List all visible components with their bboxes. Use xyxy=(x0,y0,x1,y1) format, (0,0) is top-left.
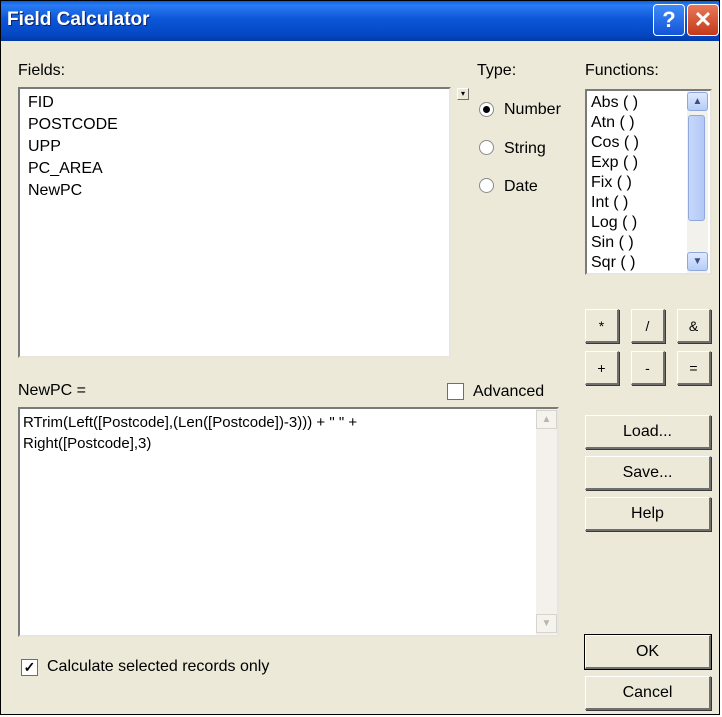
scroll-thumb[interactable] xyxy=(688,115,705,221)
expression-scrollbar[interactable]: ▲ ▼ xyxy=(536,409,557,635)
list-item[interactable]: Atn ( ) xyxy=(591,114,635,132)
expression-line-2: Right([Postcode],3) xyxy=(23,435,152,452)
save-button[interactable]: Save... xyxy=(585,456,711,490)
advanced-label[interactable]: Advanced xyxy=(473,383,544,401)
list-item[interactable]: Abs ( ) xyxy=(591,94,638,112)
functions-label: Functions: xyxy=(585,62,659,79)
list-item[interactable]: Log ( ) xyxy=(591,214,637,232)
list-item[interactable]: Sqr ( ) xyxy=(591,254,635,272)
list-item[interactable]: Sin ( ) xyxy=(591,234,634,252)
window-title: Field Calculator xyxy=(7,9,150,30)
list-item[interactable]: PC_AREA xyxy=(28,160,103,178)
calculate-selected-checkbox[interactable]: ✓ xyxy=(21,659,38,676)
type-label: Type: xyxy=(477,62,517,79)
fields-sort-grip[interactable]: ▾ xyxy=(457,88,469,100)
list-item[interactable]: FID xyxy=(28,94,54,112)
advanced-checkbox[interactable] xyxy=(447,383,464,400)
radio-number-label[interactable]: Number xyxy=(504,101,561,119)
list-item[interactable]: Int ( ) xyxy=(591,194,628,212)
close-button[interactable]: ✕ xyxy=(687,4,719,36)
list-item[interactable]: Cos ( ) xyxy=(591,134,639,152)
operator-minus-button[interactable]: - xyxy=(631,351,665,385)
help-titlebar-button[interactable]: ? xyxy=(653,4,685,36)
functions-scrollbar[interactable]: ▲ ▼ xyxy=(687,91,708,273)
expression-editor[interactable]: RTrim(Left([Postcode],(Len([Postcode])-3… xyxy=(18,407,559,637)
field-calculator-window: Field Calculator ? ✕ Fields: FID POSTCOD… xyxy=(0,0,720,715)
scroll-down-icon[interactable]: ▼ xyxy=(687,252,708,271)
operator-equals-button[interactable]: = xyxy=(677,351,711,385)
ok-button[interactable]: OK xyxy=(584,634,712,670)
load-button[interactable]: Load... xyxy=(585,415,711,449)
list-item[interactable]: POSTCODE xyxy=(28,116,118,134)
expression-line-1: RTrim(Left([Postcode],(Len([Postcode])-3… xyxy=(23,414,358,431)
operator-plus-button[interactable]: + xyxy=(585,351,619,385)
radio-string[interactable] xyxy=(479,140,494,155)
title-bar[interactable]: Field Calculator ? ✕ xyxy=(1,1,719,41)
operator-concat-button[interactable]: & xyxy=(677,309,711,343)
radio-date[interactable] xyxy=(479,178,494,193)
fields-label: Fields: xyxy=(18,62,66,79)
functions-list[interactable]: Abs ( ) Atn ( ) Cos ( ) Exp ( ) Fix ( ) … xyxy=(585,89,712,275)
radio-string-label[interactable]: String xyxy=(504,140,546,158)
scroll-down-icon[interactable]: ▼ xyxy=(536,614,557,633)
calculate-selected-label[interactable]: Calculate selected records only xyxy=(47,658,269,676)
operator-multiply-button[interactable]: * xyxy=(585,309,619,343)
radio-number[interactable] xyxy=(479,102,494,117)
close-icon: ✕ xyxy=(693,7,713,32)
scroll-up-icon[interactable]: ▲ xyxy=(687,92,708,111)
help-button[interactable]: Help xyxy=(585,497,711,531)
list-item[interactable]: Exp ( ) xyxy=(591,154,638,172)
scroll-up-icon[interactable]: ▲ xyxy=(536,410,557,429)
question-icon: ? xyxy=(662,7,676,32)
list-item[interactable]: NewPC xyxy=(28,182,82,200)
radio-date-label[interactable]: Date xyxy=(504,178,538,196)
expression-label: NewPC = xyxy=(18,382,87,399)
operator-divide-button[interactable]: / xyxy=(631,309,665,343)
fields-list[interactable]: FID POSTCODE UPP PC_AREA NewPC xyxy=(18,87,451,358)
checkmark-icon: ✓ xyxy=(23,659,36,675)
list-item[interactable]: Fix ( ) xyxy=(591,174,632,192)
cancel-button[interactable]: Cancel xyxy=(585,676,711,710)
list-item[interactable]: UPP xyxy=(28,138,61,156)
